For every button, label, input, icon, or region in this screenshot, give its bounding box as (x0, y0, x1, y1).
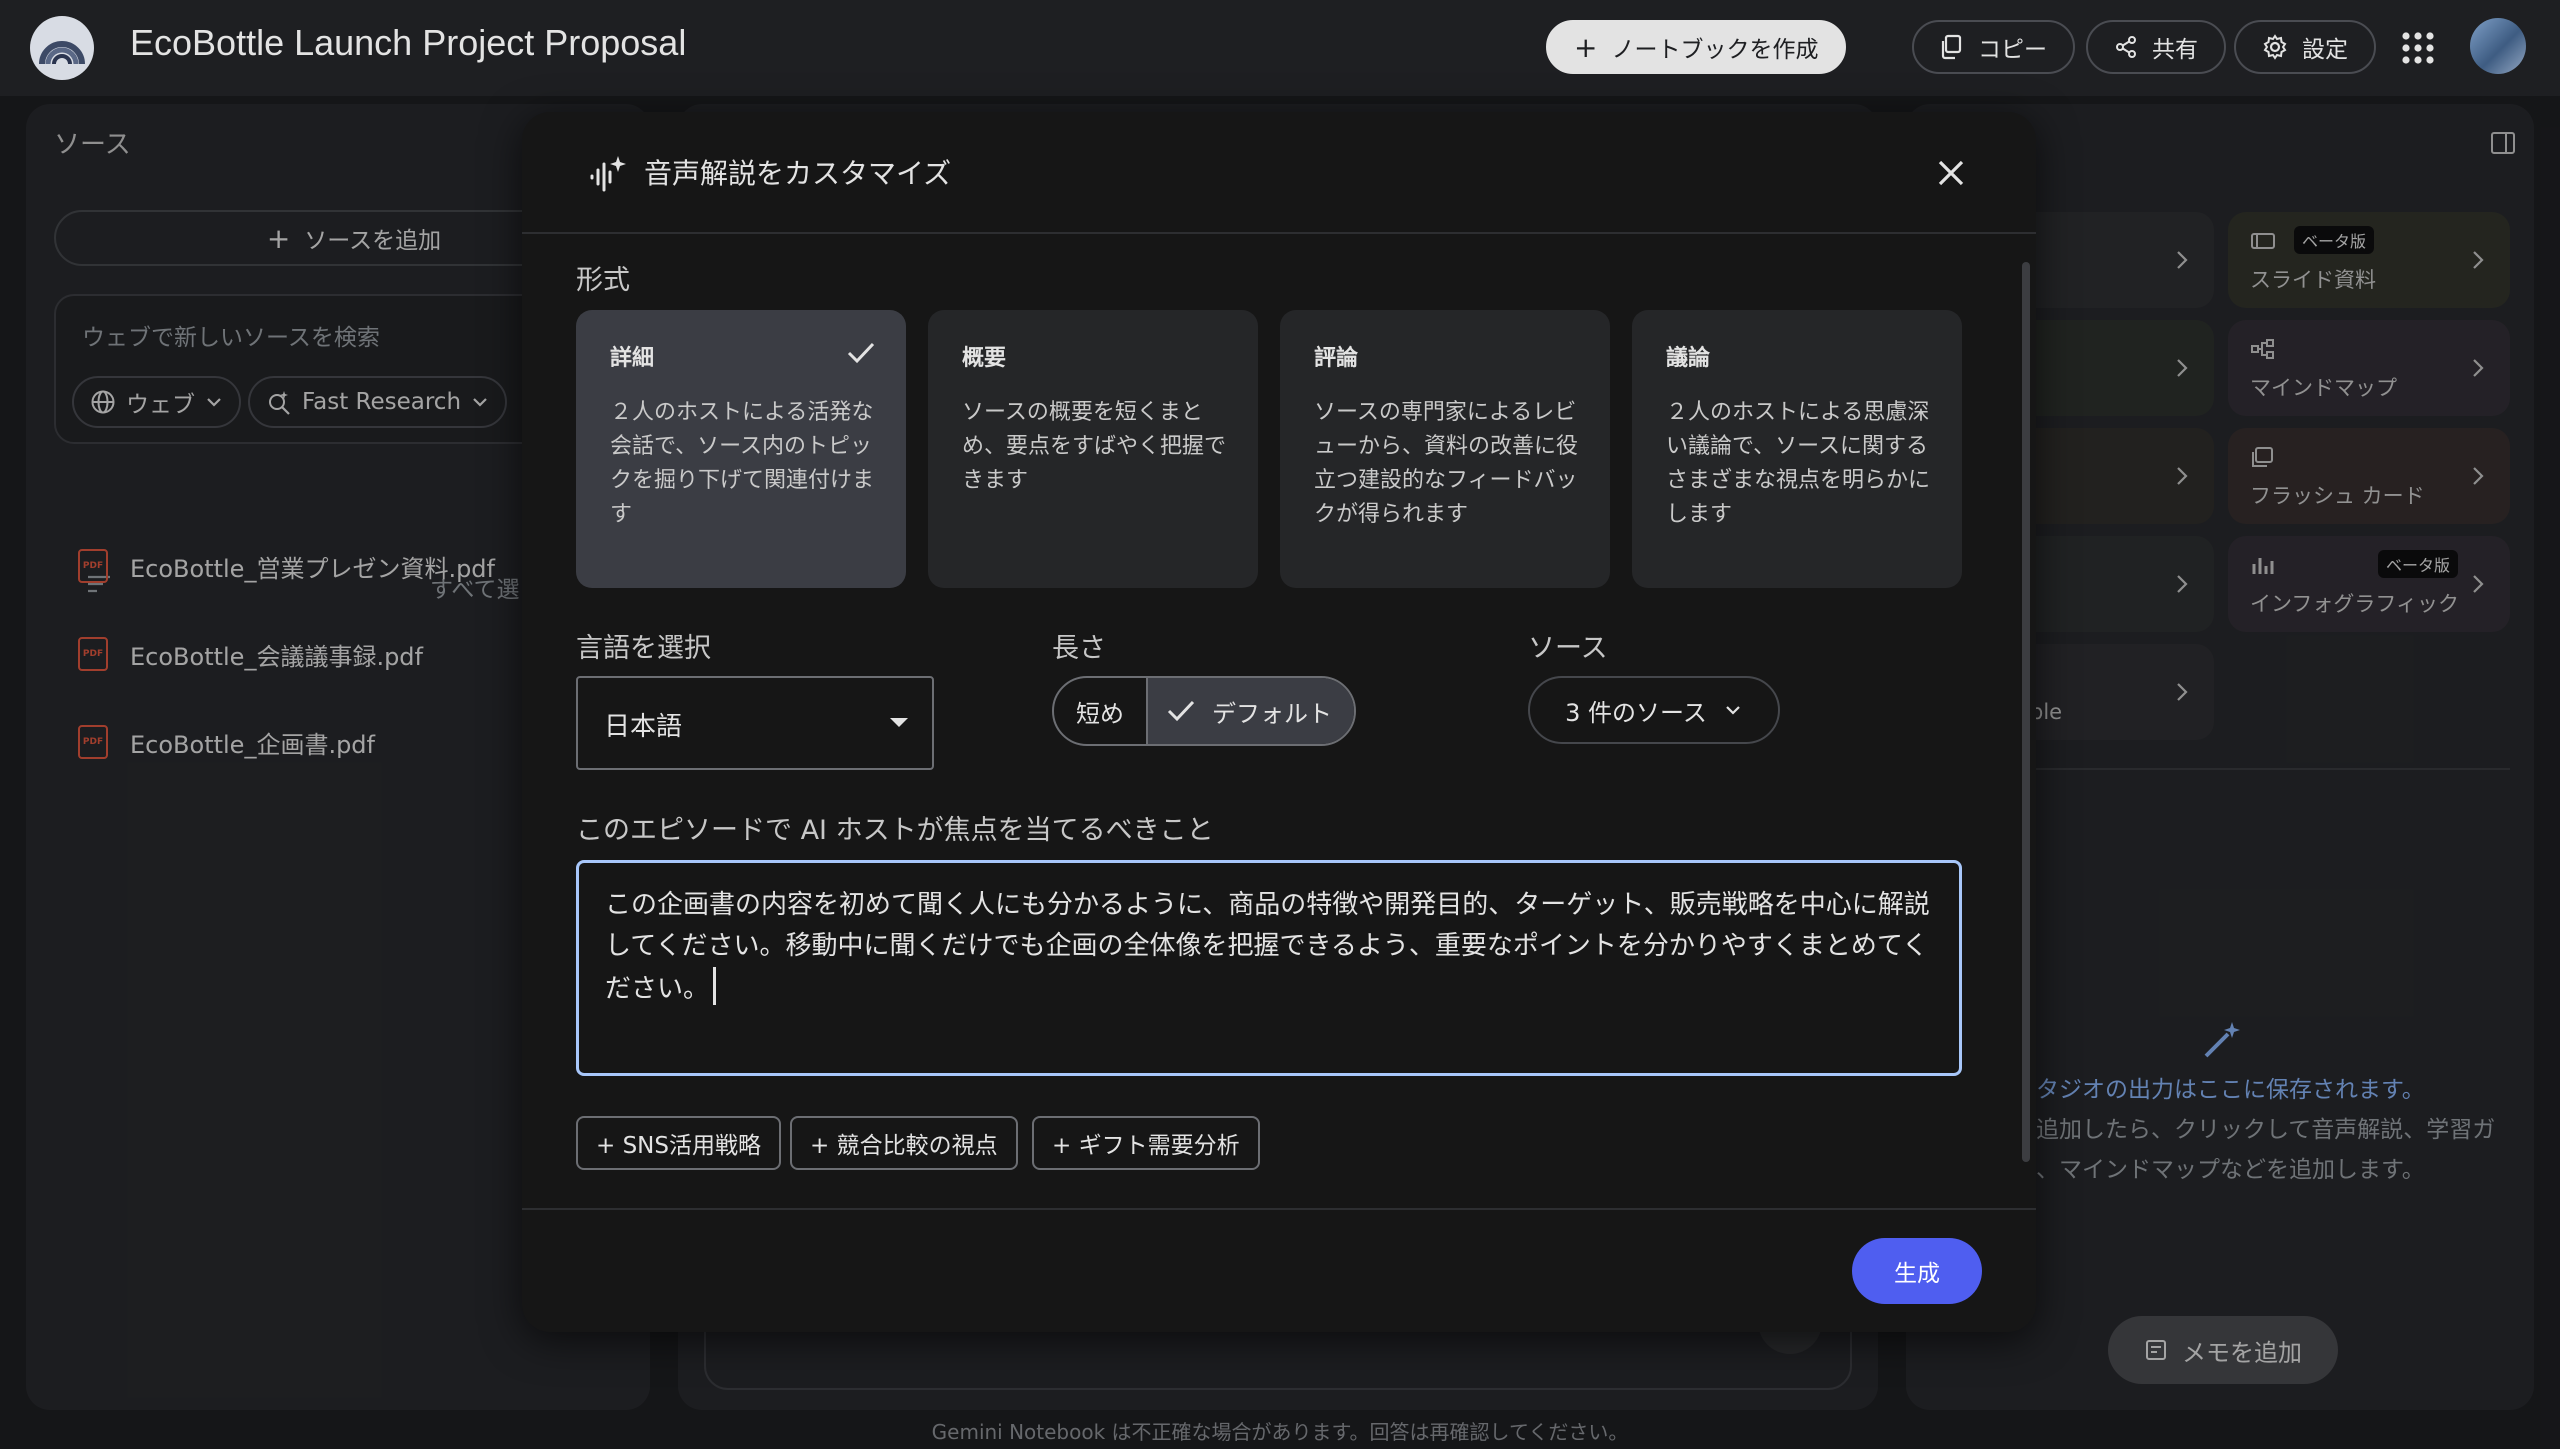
check-icon (1167, 700, 1195, 722)
source-select-label: 3 件のソース (1565, 698, 1707, 727)
chevron-down-icon (1726, 706, 1740, 715)
avatar[interactable] (2470, 18, 2526, 74)
share-button[interactable]: 共有 (2086, 20, 2226, 74)
customize-audio-dialog: 音声解説をカスタマイズ 形式 詳細 ２人のホストによる活発な会話で、ソース内のト… (522, 112, 2036, 1332)
length-section-label: 長さ (1052, 633, 1106, 664)
copy-button[interactable]: コピー (1912, 20, 2075, 74)
apps-grid-icon[interactable] (2400, 30, 2436, 66)
notebook-title[interactable]: EcoBottle Launch Project Proposal (130, 22, 686, 64)
format-card-description: ソースの専門家によるレビューから、資料の改善に役立つ建設的なフィードバックが得ら… (1314, 400, 1579, 527)
audio-sparkle-icon (590, 156, 626, 192)
source-select-button[interactable]: 3 件のソース (1528, 676, 1780, 744)
format-card-title: 評論 (1314, 346, 1359, 371)
copy-label: コピー (1978, 37, 2047, 63)
format-section-label: 形式 (576, 265, 630, 296)
dialog-footer-divider (522, 1208, 2036, 1210)
length-segmented-control: 短め デフォルト (1052, 676, 1356, 746)
suggestion-chip-competitor[interactable]: + 競合比較の視点 (790, 1116, 1018, 1170)
suggestion-chip-gift[interactable]: + ギフト需要分析 (1032, 1116, 1260, 1170)
format-card-title: 議論 (1666, 346, 1711, 371)
length-option-label: デフォルト (1212, 699, 1332, 728)
create-notebook-label: ノートブックを作成 (1611, 37, 1819, 63)
share-icon (2116, 36, 2136, 58)
format-card-detailed[interactable]: 詳細 ２人のホストによる活発な会話で、ソース内のトピックを掘り下げて関連付けます (576, 310, 906, 588)
language-select[interactable]: 日本語 (576, 676, 934, 770)
close-icon[interactable] (1934, 156, 1968, 190)
plus-icon: + (1574, 30, 1598, 64)
check-icon (847, 342, 875, 364)
focus-section-label: このエピソードで AI ホストが焦点を当てるべきこと (576, 815, 1214, 846)
format-card-critique[interactable]: 評論 ソースの専門家によるレビューから、資料の改善に役立つ建設的なフィードバック… (1280, 310, 1610, 588)
create-notebook-button[interactable]: + ノートブックを作成 (1546, 20, 1847, 74)
dropdown-caret-icon (890, 718, 908, 727)
format-card-description: ソースの概要を短くまとめ、要点をすばやく把握できます (962, 400, 1227, 493)
settings-label: 設定 (2302, 37, 2348, 63)
format-card-summary[interactable]: 概要 ソースの概要を短くまとめ、要点をすばやく把握できます (928, 310, 1258, 588)
format-card-title: 概要 (962, 346, 1007, 371)
format-card-description: ２人のホストによる活発な会話で、ソース内のトピックを掘り下げて関連付けます (610, 400, 875, 527)
gear-icon (2263, 34, 2287, 60)
focus-textarea[interactable]: この企画書の内容を初めて聞く人にも分かるように、商品の特徴や開発目的、ターゲット… (576, 860, 1962, 1076)
format-card-description: ２人のホストによる思慮深い議論で、ソースに関するさまざまな視点を明らかにします (1666, 400, 1931, 527)
focus-textarea-content: この企画書の内容を初めて聞く人にも分かるように、商品の特徴や開発目的、ターゲット… (605, 885, 1939, 1010)
language-select-value: 日本語 (604, 712, 683, 742)
settings-button[interactable]: 設定 (2234, 20, 2376, 74)
dialog-header: 音声解説をカスタマイズ (522, 112, 2036, 234)
format-card-title: 詳細 (610, 346, 655, 371)
top-bar: EcoBottle Launch Project Proposal + ノートブ… (0, 0, 2560, 96)
text-cursor (713, 967, 717, 1005)
focus-textarea-value: この企画書の内容を初めて聞く人にも分かるように、商品の特徴や開発目的、ターゲット… (605, 890, 1930, 1004)
format-card-debate[interactable]: 議論 ２人のホストによる思慮深い議論で、ソースに関するさまざまな視点を明らかにし… (1632, 310, 1962, 588)
length-option-short[interactable]: 短め (1054, 678, 1146, 744)
copy-icon (1941, 34, 1962, 60)
suggestion-chip-sns[interactable]: + SNS活用戦略 (576, 1116, 781, 1170)
source-section-label: ソース (1528, 633, 1608, 664)
length-option-label: 短め (1076, 699, 1124, 728)
generate-button[interactable]: 生成 (1852, 1238, 1982, 1304)
dialog-title: 音声解説をカスタマイズ (644, 157, 952, 190)
app-logo-icon[interactable] (30, 16, 94, 80)
dialog-scrollbar[interactable] (2022, 262, 2030, 1162)
language-section-label: 言語を選択 (576, 633, 711, 664)
length-option-default[interactable]: デフォルト (1146, 678, 1354, 744)
share-label: 共有 (2152, 37, 2198, 63)
